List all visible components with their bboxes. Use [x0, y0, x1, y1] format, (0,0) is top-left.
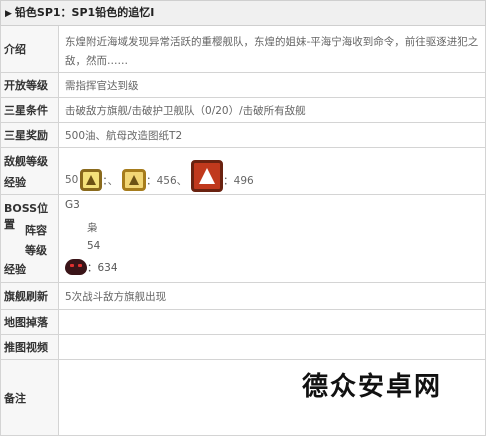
label-boss-level: 等级	[25, 244, 47, 257]
ship-badge-b-icon	[122, 169, 147, 191]
expand-arrow-icon[interactable]: ▶	[5, 9, 12, 19]
label-video: 推图视频	[1, 335, 59, 359]
ship-badge-a-icon	[80, 169, 103, 191]
label-intro: 介绍	[1, 26, 59, 72]
video-text	[59, 335, 485, 359]
label-boss-lineup: 阵容	[25, 224, 47, 237]
label-boss-exp: 经验	[4, 263, 26, 276]
ship-badge-c-icon	[191, 160, 224, 192]
row-flagship: 旗舰刷新 5次战斗敌方旗舰出现	[0, 283, 486, 310]
row-enemy: 敌舰等级 经验 50 ：、 ：456、 ：496	[0, 148, 486, 195]
row-intro: 介绍 东煌附近海域发现异常活跃的重樱舰队，东煌的姐妹-平海宁海收到命令，前往驱逐…	[0, 26, 486, 73]
boss-values: G3 枭 54 ：634	[59, 195, 485, 282]
row-boss: BOSS位置 阵容 等级 经验 G3 枭 54 ：634	[0, 195, 486, 283]
intro-text: 东煌附近海域发现异常活跃的重樱舰队，东煌的姐妹-平海宁海收到命令，前往驱逐进犯之…	[65, 36, 479, 67]
boss-position-value: G3	[65, 199, 80, 211]
label-boss: BOSS位置 阵容 等级 经验	[1, 195, 59, 282]
star-reward-text: 500油、航母改造图纸T2	[65, 129, 183, 142]
label-enemy-level: 敌舰等级	[4, 155, 48, 168]
boss-head-icon	[65, 259, 87, 275]
label-drops: 地图掉落	[1, 310, 59, 334]
enemy-level-value: 50	[65, 174, 79, 186]
unlock-text: 需指挥官达到级	[65, 79, 139, 92]
boss-lineup-value: 枭	[87, 222, 98, 234]
boss-level-value: 54	[87, 240, 101, 252]
enemy-values: 50 ：、 ：456、 ：496	[59, 148, 485, 194]
row-star-reward: 三星奖励 500油、航母改造图纸T2	[0, 123, 486, 148]
row-video: 推图视频	[0, 335, 486, 360]
label-notes: 备注	[1, 360, 59, 435]
star-condition-text: 击破敌方旗舰/击破护卫舰队（0/20）/击破所有敌舰	[65, 104, 306, 117]
stage-title-bar[interactable]: ▶ 铅色SP1：SP1铅色的追忆I	[0, 0, 486, 26]
row-star-condition: 三星条件 击破敌方旗舰/击破护卫舰队（0/20）/击破所有敌舰	[0, 98, 486, 123]
label-unlock: 开放等级	[1, 73, 59, 97]
label-star-condition: 三星条件	[1, 98, 59, 122]
row-drops: 地图掉落	[0, 310, 486, 335]
boss-exp-value: ：634	[87, 261, 118, 274]
watermark: 德众安卓网	[302, 372, 443, 402]
stage-info-card: ▶ 铅色SP1：SP1铅色的追忆I 介绍 东煌附近海域发现异常活跃的重樱舰队，东煌…	[0, 0, 486, 436]
flagship-text: 5次战斗敌方旗舰出现	[65, 290, 167, 303]
enemy-exp-3: ：496	[223, 174, 254, 187]
row-unlock: 开放等级 需指挥官达到级	[0, 73, 486, 98]
drops-text	[59, 310, 485, 334]
enemy-exp-sep: ：、	[102, 174, 119, 187]
label-flagship: 旗舰刷新	[1, 283, 59, 309]
label-enemy-exp: 经验	[4, 176, 26, 189]
label-star-reward: 三星奖励	[1, 123, 59, 147]
label-enemy: 敌舰等级 经验	[1, 148, 59, 194]
stage-title: 铅色SP1：SP1铅色的追忆I	[14, 6, 155, 19]
enemy-exp-2: ：456、	[146, 174, 188, 187]
